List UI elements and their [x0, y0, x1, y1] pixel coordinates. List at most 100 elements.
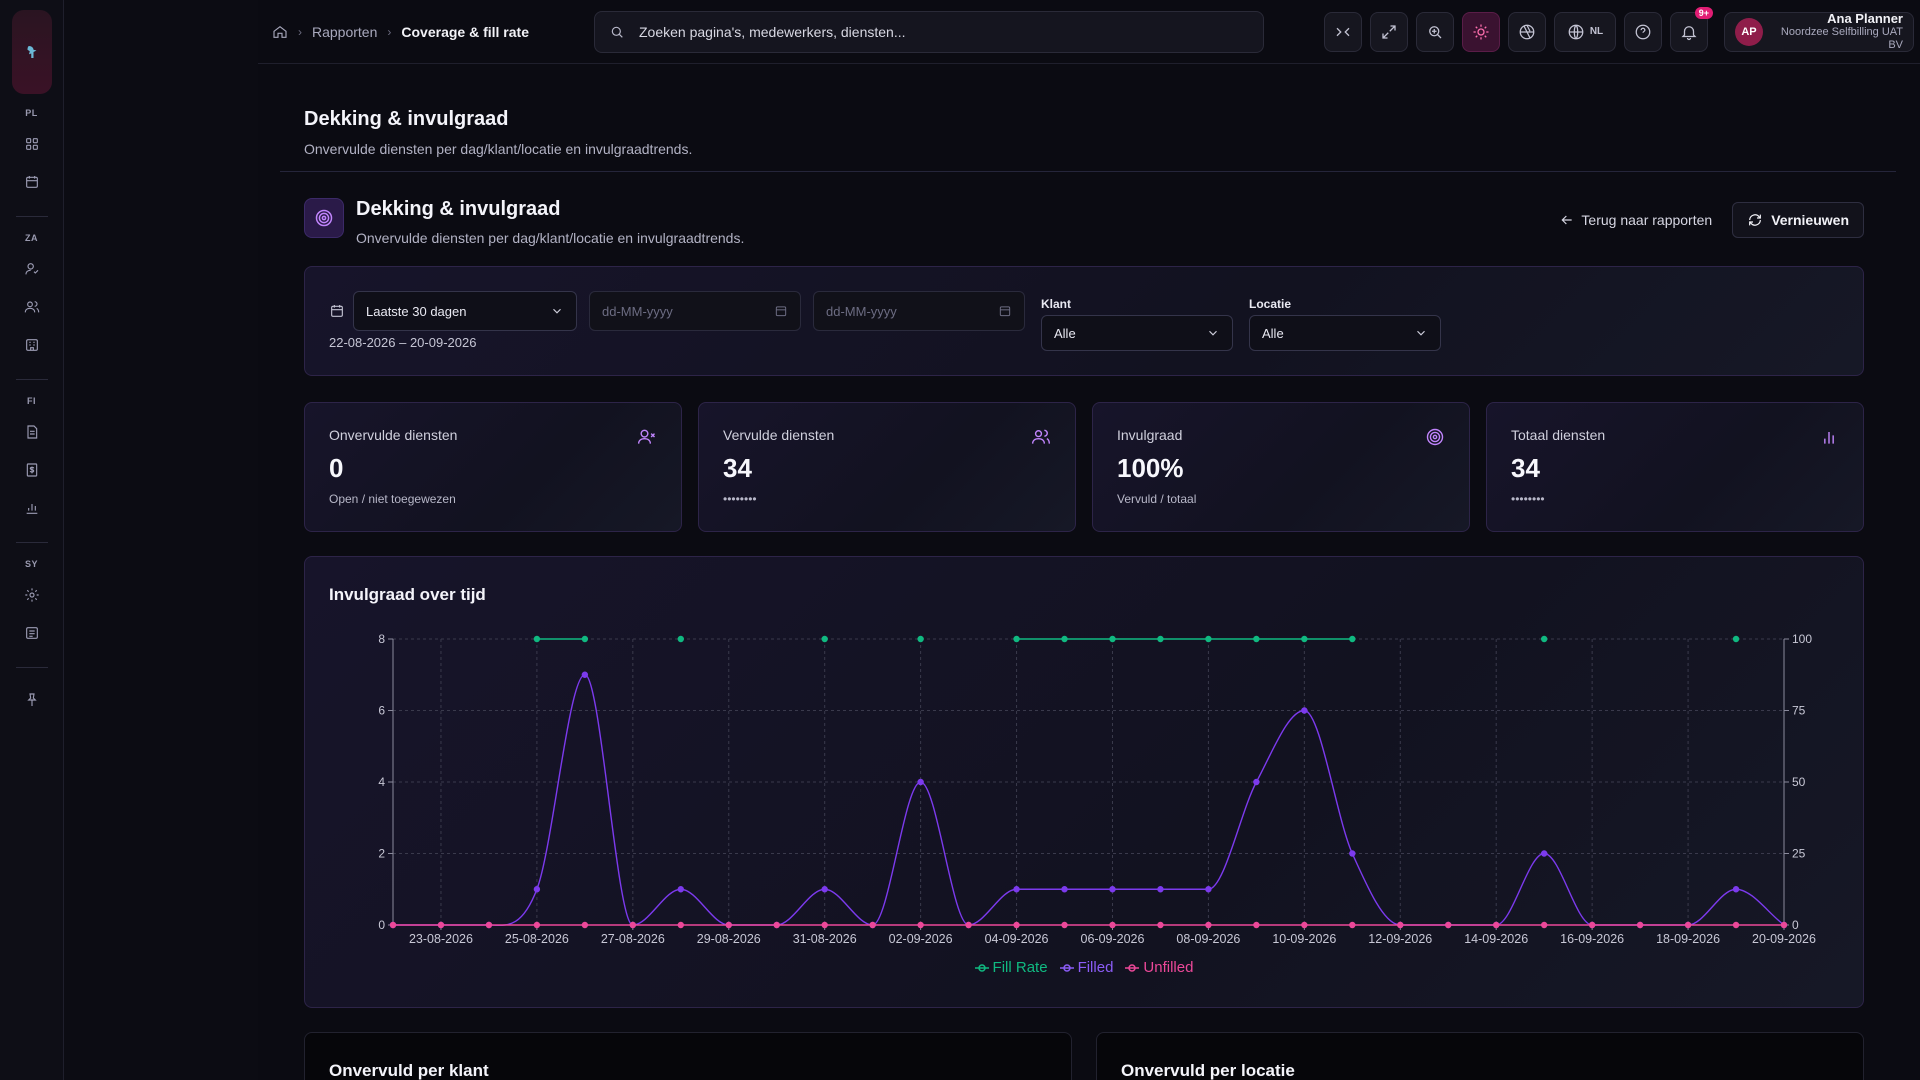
dashboard-icon [25, 138, 38, 150]
data-point-filled [1253, 778, 1260, 786]
chart-legend: Fill Rate Filled Unfilled [305, 959, 1863, 976]
data-point-unfilled [629, 921, 637, 929]
sidebar-item-logs[interactable] [16, 617, 48, 649]
kpi-subtitle: Vervuld / totaal [1117, 492, 1197, 506]
y-tick-label-right: 100 [1792, 632, 1812, 646]
filters-panel: Laatste 30 dagen dd-MM-yyyy dd-MM-yyyy 2… [304, 266, 1864, 376]
x-tick-label: 10-09-2026 [1272, 932, 1336, 946]
section-actions: Terug naar rapporten Vernieuwen [1559, 202, 1864, 238]
kpi-card-filled: Vervulde diensten 34 •••••••• [698, 402, 1076, 532]
data-point-filled [821, 886, 828, 893]
data-point-filled [1061, 886, 1068, 893]
refresh-button[interactable]: Vernieuwen [1732, 202, 1864, 238]
data-point-unfilled [821, 921, 828, 929]
x-tick-label: 25-08-2026 [505, 932, 569, 946]
data-point-filled [533, 886, 541, 893]
data-point-unfilled [485, 921, 493, 929]
sidebar-item-calendar[interactable] [16, 166, 48, 198]
kpi-value: 100% [1117, 453, 1184, 483]
user-menu[interactable]: AP Ana Planner Noordzee Selfbilling UAT … [1724, 11, 1914, 53]
y-tick-label-right: 50 [1792, 775, 1806, 789]
data-point-filled [677, 886, 684, 893]
data-point-unfilled [1445, 921, 1452, 929]
data-point-unfilled [1301, 921, 1308, 929]
sidebar-item-settings[interactable] [16, 579, 48, 611]
bell-icon [1681, 25, 1697, 40]
data-point-unfilled [1732, 921, 1740, 929]
sidebar-group-label: SY [24, 559, 38, 569]
sidebar-item-invoice[interactable] [16, 454, 48, 486]
data-point-filled [1301, 707, 1308, 714]
client-label: Klant [1041, 297, 1071, 311]
fullscreen-button[interactable] [1370, 11, 1408, 52]
data-point-unfilled [1588, 921, 1596, 929]
x-tick-label: 31-08-2026 [793, 932, 857, 946]
sidebar-item-document[interactable] [16, 416, 48, 448]
card-title: Onvervuld per klant [329, 1061, 489, 1080]
data-point-filled [1732, 886, 1740, 893]
collapse-button[interactable] [1324, 11, 1362, 52]
home-icon[interactable] [272, 24, 288, 40]
sidebar-divider [15, 216, 48, 217]
date-from-field[interactable]: dd-MM-yyyy [589, 291, 801, 331]
x-tick-label: 16-09-2026 [1560, 932, 1624, 946]
page-subtitle: Onvervulde diensten per dag/klant/locati… [304, 141, 693, 157]
data-point-unfilled [1157, 921, 1164, 929]
aperture-icon [1519, 24, 1535, 39]
data-point-unfilled [677, 921, 684, 929]
zoom-button[interactable] [1416, 11, 1454, 52]
data-point-filled [1349, 850, 1356, 857]
sidebar-group-label: ZA [25, 233, 38, 243]
x-tick-label: 08-09-2026 [1176, 932, 1240, 946]
back-to-reports-link[interactable]: Terug naar rapporten [1559, 212, 1712, 228]
language-button[interactable]: NL [1554, 11, 1616, 52]
location-label: Locatie [1249, 297, 1292, 311]
date-to-field[interactable]: dd-MM-yyyy [813, 291, 1025, 331]
data-point-unfilled [1493, 921, 1500, 929]
data-point-unfilled [1540, 921, 1548, 929]
sidebar-divider [15, 379, 48, 380]
calendar-icon [775, 306, 787, 317]
app-logo[interactable] [11, 10, 52, 94]
user-info: Ana Planner Noordzee Selfbilling UAT BV [1773, 11, 1903, 53]
sidebar-item-reports[interactable] [16, 492, 48, 524]
sidebar-item-dashboard[interactable] [16, 128, 48, 160]
pin-icon [26, 693, 37, 706]
search-icon [611, 26, 623, 38]
data-point-unfilled [581, 921, 589, 929]
theme-toggle-button[interactable] [1462, 11, 1500, 52]
sidebar: PL ZA FI SY [0, 0, 64, 1080]
sun-icon [1473, 24, 1489, 39]
legend-item-filled[interactable]: Filled [1059, 959, 1113, 976]
appearance-button[interactable] [1508, 11, 1546, 52]
sidebar-item-users[interactable] [16, 291, 48, 323]
legend-marker [974, 963, 989, 972]
data-point-filled [1013, 886, 1020, 893]
y-tick-label-right: 0 [1792, 918, 1799, 932]
y-tick-label-left: 4 [378, 775, 385, 789]
card-title: Onvervuld per locatie [1121, 1061, 1295, 1080]
refresh-label: Vernieuwen [1771, 212, 1849, 228]
search-input[interactable]: Zoeken pagina's, medewerkers, diensten..… [594, 10, 1264, 53]
notifications-button[interactable]: 9+ [1670, 6, 1713, 52]
kpi-icon-wrap [637, 427, 657, 452]
y-tick-label-left: 6 [378, 704, 385, 718]
help-button[interactable] [1624, 11, 1662, 52]
sidebar-item-pin[interactable] [16, 684, 48, 716]
sidebar-item-building[interactable] [16, 329, 48, 361]
breadcrumb-parent[interactable]: Rapporten [312, 24, 377, 40]
bar-chart-icon [26, 504, 37, 514]
kpi-card-total: Totaal diensten 34 •••••••• [1486, 402, 1864, 532]
sidebar-item-user-check[interactable] [16, 253, 48, 285]
client-select[interactable]: Alle [1041, 315, 1233, 351]
main-content: Dekking & invulgraad Onvervulde diensten… [280, 64, 1896, 1080]
legend-marker [1059, 963, 1074, 972]
x-tick-label: 23-08-2026 [409, 932, 473, 946]
x-tick-label: 20-09-2026 [1752, 932, 1816, 946]
data-point-unfilled [437, 921, 445, 929]
legend-item-unfilled[interactable]: Unfilled [1125, 959, 1193, 976]
period-select[interactable]: Laatste 30 dagen [353, 291, 577, 331]
legend-item-fill-rate[interactable]: Fill Rate [974, 959, 1048, 976]
users-icon [1031, 429, 1051, 444]
location-select[interactable]: Alle [1249, 315, 1441, 351]
